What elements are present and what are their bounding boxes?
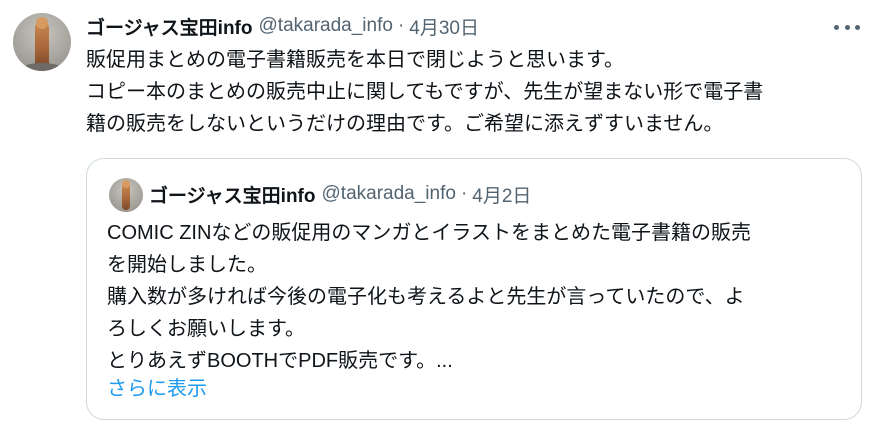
tweet-text-line: コピー本のまとめの販売中止に関してもですが、先生が望まない形で電子書: [86, 81, 764, 103]
quoted-text-line: ろしくお願いします。: [107, 318, 305, 340]
quoted-text-line: を開始しました。: [107, 254, 267, 276]
show-more-link[interactable]: さらに表示: [107, 373, 207, 405]
tweet-text-line: 籍の販売をしないというだけの理由です。ご希望に添えずすいません。: [86, 113, 724, 135]
quoted-tweet-date: 4月2日: [472, 185, 532, 207]
more-dot: [834, 24, 839, 30]
more-dot: [844, 24, 850, 30]
tweet-text-line: 販促用まとめの電子書籍販売を本日で閉じようと思います。: [86, 49, 624, 71]
quoted-text-line: 購入数が多ければ今後の電子化も考えるよと先生が言っていたので、よ: [107, 286, 745, 308]
separator-dot: ·: [460, 183, 468, 204]
avatar-base: [23, 63, 61, 71]
separator-dot: ·: [397, 15, 405, 36]
tweet-text: 販促用まとめの電子書籍販売を本日で閉じようと思います。 コピー本のまとめの販売中…: [86, 44, 866, 140]
avatar-figure-head: [122, 180, 130, 188]
author-name[interactable]: ゴージャス宝田info: [86, 13, 253, 40]
quoted-author-name: ゴージャス宝田info: [149, 185, 316, 207]
avatar[interactable]: [13, 13, 71, 71]
more-options-icon[interactable]: [834, 20, 860, 34]
avatar-figure-head: [36, 17, 48, 29]
quoted-tweet[interactable]: ゴージャス宝田info @takarada_info · 4月2日 COMIC …: [86, 158, 862, 420]
author-handle[interactable]: @takarada_info: [259, 15, 393, 37]
tweet-header: ゴージャス宝田info @takarada_info · 4月30日: [86, 13, 479, 39]
tweet-date[interactable]: 4月30日: [409, 13, 479, 40]
quoted-tweet-text: COMIC ZINなどの販促用のマンガとイラストをまとめた電子書籍の販売 を開始…: [107, 217, 847, 377]
quoted-avatar[interactable]: [109, 178, 143, 212]
quoted-tweet-header: ゴージャス宝田info @takarada_info · 4月2日: [149, 181, 531, 207]
quoted-text-line: COMIC ZINなどの販促用のマンガとイラストをまとめた電子書籍の販売: [107, 222, 752, 244]
quoted-author-handle: @takarada_info: [321, 183, 456, 204]
more-dot: [855, 24, 860, 30]
quoted-text-line: とりあえずBOOTHでPDF販売です。...: [107, 350, 453, 372]
